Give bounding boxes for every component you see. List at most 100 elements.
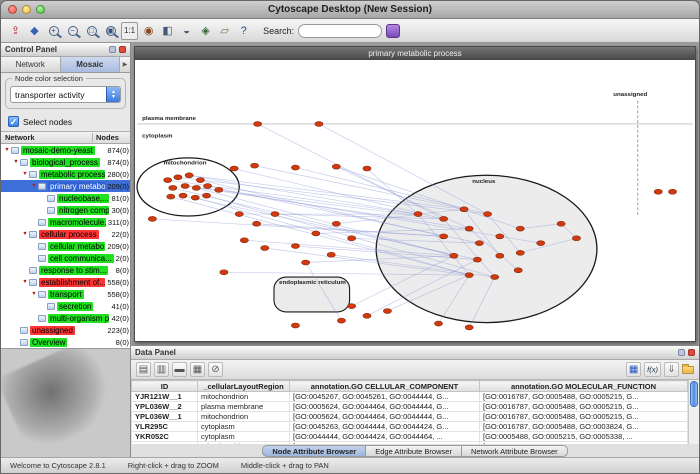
float-panel-icon[interactable]	[109, 46, 116, 53]
tree-row[interactable]: secretion41(0)	[1, 300, 130, 312]
cell-value[interactable]: mitochondrion	[198, 412, 290, 422]
attribute-matrix-icon[interactable]: ▦	[626, 362, 641, 377]
close-window-icon[interactable]	[8, 5, 17, 14]
network-node[interactable]	[254, 121, 262, 126]
function-builder-button[interactable]: f(x)	[644, 362, 661, 377]
network-node[interactable]	[291, 244, 299, 249]
network-canvas[interactable]: plasma membranecytoplasmmitochondrionnuc…	[135, 60, 695, 341]
tree-row[interactable]: Overview8(0)	[1, 336, 130, 348]
network-node[interactable]	[253, 221, 261, 226]
cell-value[interactable]: plasma membrane	[198, 402, 290, 412]
network-node[interactable]	[491, 275, 499, 280]
network-node[interactable]	[291, 165, 299, 170]
float-data-panel-icon[interactable]	[678, 349, 685, 356]
network-node[interactable]	[450, 253, 458, 258]
attribute-table[interactable]: ID_cellularLayoutRegionannotation.GO CEL…	[131, 380, 688, 444]
network-node[interactable]	[271, 212, 279, 217]
control-panel-toggle-icon[interactable]: ◧	[159, 22, 176, 40]
column-header[interactable]: annotation.GO CELLULAR_COMPONENT	[290, 381, 480, 392]
cell-id[interactable]: YPL036W__1	[132, 412, 198, 422]
collapse-triangle-icon[interactable]: ▼	[12, 159, 20, 165]
minimize-window-icon[interactable]	[22, 5, 31, 14]
network-node[interactable]	[203, 183, 211, 188]
tree-row[interactable]: cell communica...2(0)	[1, 252, 130, 264]
tree-row[interactable]: ▼cellular process22(0)	[1, 228, 130, 240]
tree-row[interactable]: ▼establishment of...558(0)	[1, 276, 130, 288]
import-network-icon[interactable]: ⇪	[7, 22, 24, 40]
cell-value[interactable]: [GO:0005624, GO:0044464, GO:0044444, G..…	[290, 412, 480, 422]
cell-value[interactable]: [GO:0005488, GO:0005215, GO:0005338, ...	[480, 432, 688, 442]
tree-row[interactable]: ▼transport558(0)	[1, 288, 130, 300]
tree-row[interactable]: response to stim...8(0)	[1, 264, 130, 276]
tab-overflow-arrow-icon[interactable]: ▶	[120, 57, 130, 72]
network-node[interactable]	[465, 226, 473, 231]
save-session-icon[interactable]: ◆	[26, 22, 43, 40]
network-node[interactable]	[230, 166, 238, 171]
network-node[interactable]	[348, 304, 356, 309]
network-manager-icon[interactable]: ◈	[197, 22, 214, 40]
tab-network-attribute-browser[interactable]: Network Attribute Browser	[462, 445, 568, 457]
network-node[interactable]	[169, 185, 177, 190]
network-node[interactable]	[440, 234, 448, 239]
tree-row[interactable]: multi-organism pr...42(0)	[1, 312, 130, 324]
table-row[interactable]: YPL036W__2plasma membrane[GO:0005624, GO…	[132, 402, 688, 412]
table-row[interactable]: YKR052Ccytoplasm[GO:0044444, GO:0044424,…	[132, 432, 688, 442]
tree-row[interactable]: ▼primary metabol...209(0)	[1, 180, 130, 192]
cell-id[interactable]: YPL036W__2	[132, 402, 198, 412]
network-node[interactable]	[185, 173, 193, 178]
network-node[interactable]	[557, 221, 565, 226]
column-header[interactable]: _cellularLayoutRegion	[198, 381, 290, 392]
table-row[interactable]: YPL036W__1mitochondrion[GO:0005624, GO:0…	[132, 412, 688, 422]
network-node[interactable]	[261, 245, 269, 250]
cell-value[interactable]: cytoplasm	[198, 432, 290, 442]
network-node[interactable]	[516, 226, 524, 231]
open-attribute-file-icon[interactable]	[682, 366, 694, 374]
tree-row[interactable]: unassigned223(0)	[1, 324, 130, 336]
table-row[interactable]: YJR121W__1mitochondrion[GO:0045267, GO:0…	[132, 392, 688, 402]
zoom-in-icon[interactable]: +	[45, 22, 62, 40]
tree-row[interactable]: ▼metabolic process280(0)	[1, 168, 130, 180]
network-node[interactable]	[475, 241, 483, 246]
show-graphics-details-icon[interactable]: ◉	[140, 22, 157, 40]
network-node[interactable]	[496, 234, 504, 239]
network-view-title-bar[interactable]: primary metabolic process	[135, 47, 695, 60]
node-color-select[interactable]: transporter activity ▲▼	[10, 86, 121, 103]
network-node[interactable]	[250, 163, 258, 168]
network-node[interactable]	[668, 189, 676, 194]
tree-row[interactable]: macromolecule...311(0)	[1, 216, 130, 228]
cell-id[interactable]: YJR121W__1	[132, 392, 198, 402]
cell-value[interactable]: [GO:0016787, GO:0005488, GO:0003824, G..…	[480, 422, 688, 432]
attribute-table-head[interactable]: ID_cellularLayoutRegionannotation.GO CEL…	[132, 381, 688, 392]
network-node[interactable]	[363, 166, 371, 171]
cell-value[interactable]: [GO:0045267, GO:0045261, GO:0044444, G..…	[290, 392, 480, 402]
network-node[interactable]	[460, 207, 468, 212]
tab-edge-attribute-browser[interactable]: Edge Attribute Browser	[366, 445, 462, 457]
network-canvas-svg[interactable]: plasma membranecytoplasmmitochondrionnuc…	[135, 60, 695, 341]
cell-id[interactable]: YKR052C	[132, 432, 198, 442]
collapse-triangle-icon[interactable]: ▼	[21, 231, 29, 237]
tree-row[interactable]: cellular metabo...209(0)	[1, 240, 130, 252]
network-node[interactable]	[235, 212, 243, 217]
cell-value[interactable]: [GO:0045263, GO:0044444, GO:0044424, G..…	[290, 422, 480, 432]
network-node[interactable]	[363, 313, 371, 318]
network-node[interactable]	[202, 193, 210, 198]
collapse-triangle-icon[interactable]: ▼	[21, 171, 29, 177]
tab-node-attribute-browser[interactable]: Node Attribute Browser	[262, 445, 366, 457]
cell-value[interactable]: mitochondrion	[198, 392, 290, 402]
network-node[interactable]	[191, 195, 199, 200]
network-node[interactable]	[483, 212, 491, 217]
collapse-triangle-icon[interactable]: ▼	[3, 147, 11, 153]
network-node[interactable]	[440, 216, 448, 221]
cell-value[interactable]: [GO:0016787, GO:0005488, GO:0005215, G..…	[480, 412, 688, 422]
tree-col-nodes[interactable]: Nodes	[92, 133, 130, 142]
cell-value[interactable]: [GO:0044444, GO:0044424, GO:0044464, ...	[290, 432, 480, 442]
delete-attribute-icon[interactable]: ▬	[172, 362, 187, 377]
import-attributes-icon[interactable]: ⇓	[664, 362, 679, 377]
table-row[interactable]: YLR295Ccytoplasm[GO:0045263, GO:0044444,…	[132, 422, 688, 432]
network-node[interactable]	[312, 231, 320, 236]
cell-value[interactable]: [GO:0005624, GO:0044464, GO:0044444, G..…	[290, 402, 480, 412]
network-node[interactable]	[473, 257, 481, 262]
column-header[interactable]: annotation.GO MOLECULAR_FUNCTION	[480, 381, 688, 392]
network-node[interactable]	[291, 323, 299, 328]
tree-col-network[interactable]: Network	[1, 133, 92, 142]
